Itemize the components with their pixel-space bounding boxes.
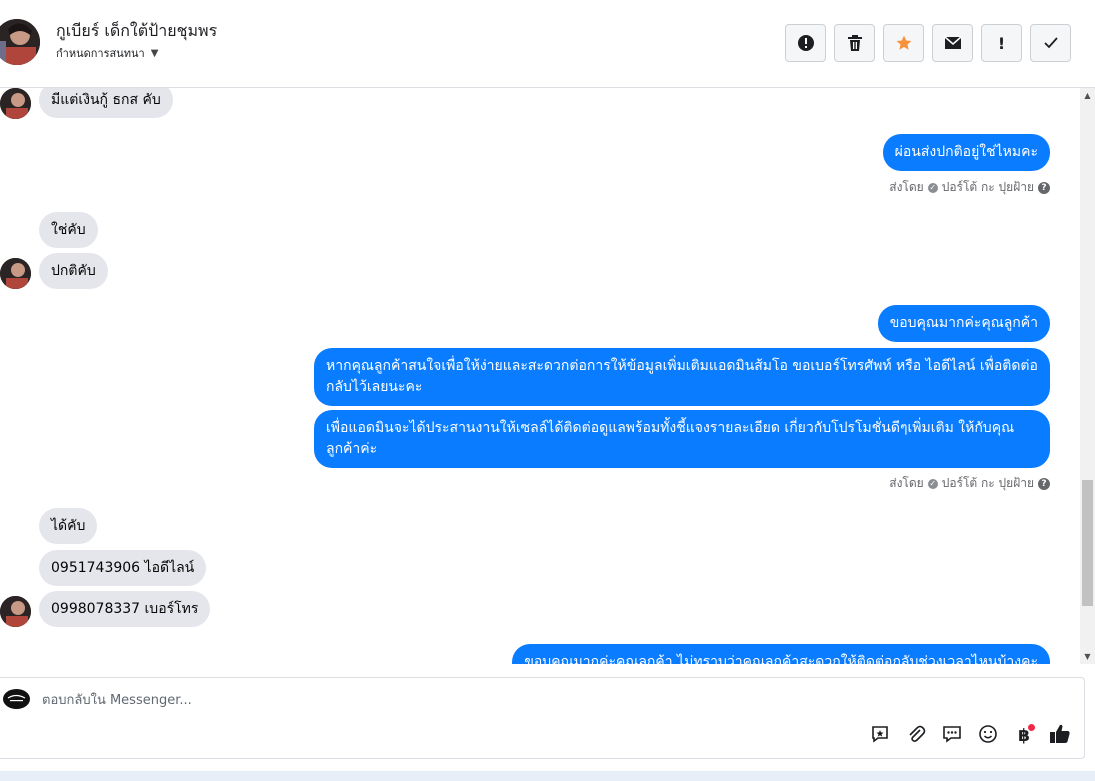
emoji-icon: [978, 724, 998, 749]
reply-input[interactable]: [42, 689, 842, 711]
follow-up-button[interactable]: !: [981, 24, 1022, 62]
thumbs-up-icon: [1049, 723, 1071, 750]
incoming-message: ใช่คับ: [39, 212, 98, 248]
conversation-header: กูเบียร์ เด็กใต้ป้ายชุมพร กำหนดการสนทนา …: [0, 0, 1095, 88]
verified-icon: ✓: [927, 478, 938, 489]
sender-avatar: [0, 258, 31, 289]
incoming-message: มีแต่เงินกู้ ธกส คับ: [39, 88, 173, 118]
contact-avatar[interactable]: [0, 19, 40, 65]
caret-down-icon: ▼: [150, 47, 159, 59]
star-button[interactable]: [883, 24, 924, 62]
conversation-settings-dropdown[interactable]: กำหนดการสนทนา ▼: [56, 44, 158, 62]
mark-done-button[interactable]: [1030, 24, 1071, 62]
mark-unread-button[interactable]: [932, 24, 973, 62]
sent-by-info: ส่งโดย ✓ ปอร์โต้ กะ ปุยฝ้าย ?: [889, 474, 1050, 493]
scroll-down-arrow-icon[interactable]: ▼: [1080, 649, 1095, 664]
outgoing-message: ขอบคุณมากค่ะคุณลูกค้า ไม่ทราบว่าคุณลูกค้…: [512, 644, 1050, 664]
composer-tools: ฿: [869, 724, 1071, 748]
outgoing-message: หากคุณลูกค้าสนใจเพื่อให้ง่ายและสะดวกต่อก…: [314, 348, 1050, 406]
sent-by-name: ปอร์โต้ กะ ปุยฝ้าย: [941, 476, 1034, 490]
incoming-message: ปกติคับ: [39, 253, 108, 289]
saved-reply-icon: [870, 724, 890, 749]
alert-circle-icon: [797, 34, 815, 52]
delete-button[interactable]: [834, 24, 875, 62]
thread-scrollbar[interactable]: ▲ ▼: [1080, 88, 1095, 664]
exclamation-icon: !: [997, 33, 1006, 53]
reply-composer: ฿: [0, 677, 1085, 759]
outgoing-message: ผ่อนส่งปกติอยู่ใช่ไหมคะ: [882, 134, 1050, 171]
sender-avatar: [0, 88, 31, 119]
outgoing-message: ขอบคุณมากค่ะคุณลูกค้า: [877, 305, 1050, 342]
saved-reply-button[interactable]: [869, 724, 891, 748]
paperclip-icon: [906, 724, 926, 749]
mark-spam-button[interactable]: [785, 24, 826, 62]
message-thread: มีแต่เงินกู้ ธกส คับ ผ่อนส่งปกติอยู่ใช่ไ…: [0, 88, 1080, 664]
sent-by-label: ส่งโดย: [889, 476, 924, 490]
scroll-thumb[interactable]: [1082, 480, 1093, 606]
conversation-settings-label: กำหนดการสนทนา: [56, 47, 145, 60]
emoji-button[interactable]: [977, 724, 999, 748]
contact-name[interactable]: กูเบียร์ เด็กใต้ป้ายชุมพร: [56, 19, 217, 44]
scroll-up-arrow-icon[interactable]: ▲: [1080, 88, 1095, 103]
incoming-message: ได้คับ: [39, 508, 98, 544]
quick-replies-button[interactable]: [941, 724, 963, 748]
header-actions: !: [785, 24, 1071, 62]
footer-strip: [0, 771, 1095, 781]
outgoing-message: เพื่อแอดมินจะได้ประสานงานให้เซลล์ได้ติดต…: [314, 410, 1050, 468]
payment-button[interactable]: ฿: [1013, 724, 1035, 748]
trash-icon: [847, 34, 863, 52]
star-icon: [895, 34, 913, 52]
incoming-message: 0998078337 เบอร์โทร: [39, 591, 211, 627]
verified-icon: ✓: [927, 182, 938, 193]
page-avatar: [3, 689, 30, 709]
like-button[interactable]: [1049, 724, 1071, 748]
incoming-message: 0951743906 ไอดีไลน์: [39, 550, 207, 586]
sent-by-info: ส่งโดย ✓ ปอร์โต้ กะ ปุยฝ้าย ?: [889, 178, 1050, 197]
chat-bubble-icon: [942, 724, 962, 749]
notification-dot: [1028, 724, 1035, 731]
envelope-icon: [944, 36, 962, 50]
help-icon[interactable]: ?: [1038, 181, 1050, 194]
sent-by-label: ส่งโดย: [889, 180, 924, 194]
help-icon[interactable]: ?: [1038, 477, 1050, 490]
attach-button[interactable]: [905, 724, 927, 748]
sender-avatar: [0, 596, 31, 627]
check-icon: [1043, 36, 1059, 50]
sent-by-name: ปอร์โต้ กะ ปุยฝ้าย: [941, 180, 1034, 194]
